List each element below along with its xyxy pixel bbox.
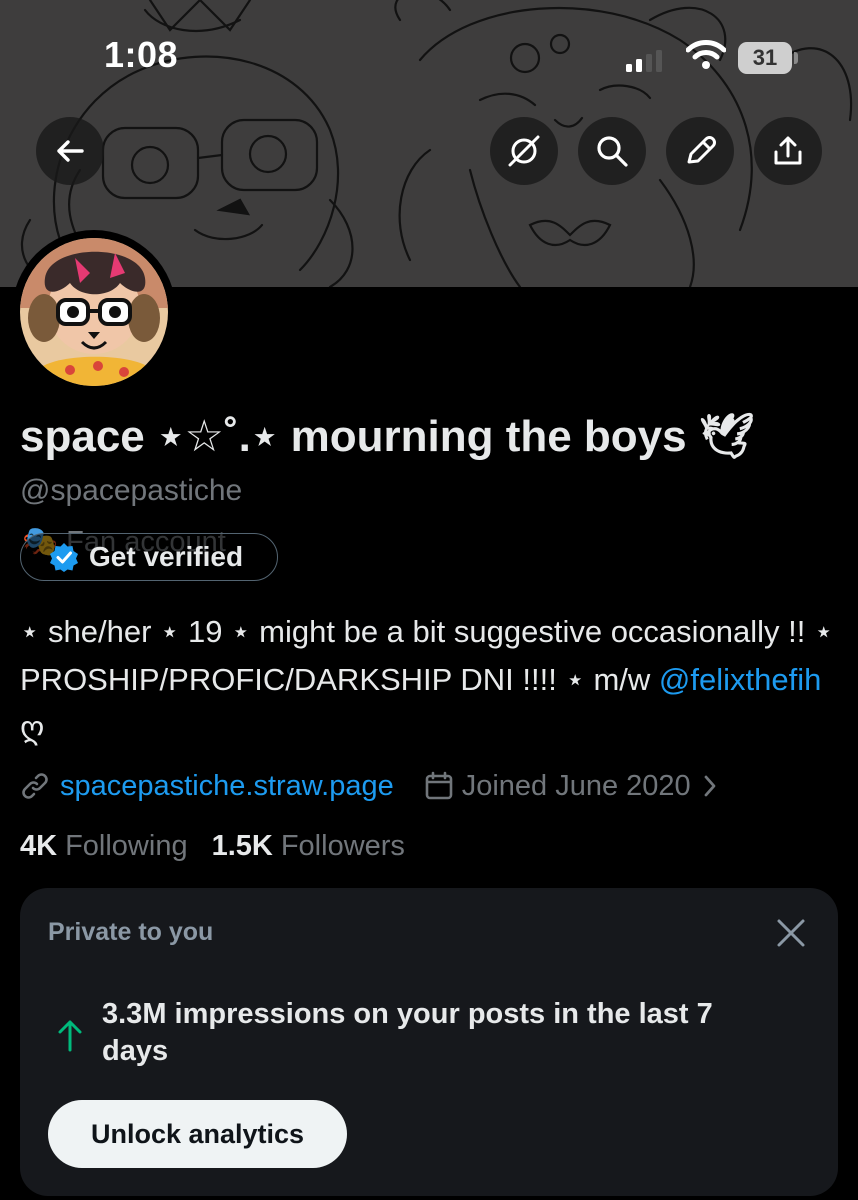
display-name: space ⋆☆˚.⋆ mourning the boys 🕊 bbox=[20, 412, 755, 461]
following-count: 4K bbox=[20, 830, 58, 862]
wifi-icon bbox=[686, 40, 726, 69]
close-icon[interactable] bbox=[776, 918, 806, 948]
link-icon bbox=[22, 773, 48, 799]
unlock-analytics-button[interactable]: Unlock analytics bbox=[48, 1100, 347, 1168]
search-button[interactable] bbox=[578, 117, 646, 185]
chevron-right-icon[interactable] bbox=[701, 773, 719, 799]
calendar-icon bbox=[425, 771, 453, 800]
battery-indicator: 31 bbox=[738, 42, 798, 74]
share-icon bbox=[774, 136, 802, 165]
followers-stat[interactable]: 1.5K Followers bbox=[212, 830, 405, 863]
followers-count: 1.5K bbox=[211, 830, 273, 862]
card-title: Private to you bbox=[48, 918, 214, 946]
edit-button[interactable] bbox=[666, 117, 734, 185]
bio-mention-link[interactable]: @felixthefih bbox=[659, 662, 821, 697]
search-icon bbox=[597, 136, 628, 167]
battery-tip bbox=[794, 52, 798, 64]
grok-button[interactable] bbox=[490, 117, 558, 185]
arrow-left-icon bbox=[57, 140, 84, 162]
get-verified-button[interactable]: Get verified bbox=[20, 533, 278, 581]
back-button[interactable] bbox=[36, 117, 104, 185]
following-stat[interactable]: 4K Following bbox=[20, 830, 188, 863]
profile-meta-row: spacepastiche.straw.page Joined June 202… bbox=[20, 764, 719, 808]
battery-level: 31 bbox=[752, 45, 778, 70]
grok-icon bbox=[508, 135, 540, 167]
get-verified-label: Get verified bbox=[89, 541, 244, 572]
handle: @spacepastiche bbox=[20, 474, 243, 507]
arrow-up-icon bbox=[58, 1020, 82, 1052]
cellular-signal-icon bbox=[626, 50, 662, 72]
website-link[interactable]: spacepastiche.straw.page bbox=[60, 770, 394, 803]
bio-suffix: ღ bbox=[20, 710, 45, 745]
following-label: Following bbox=[65, 830, 188, 862]
avatar-illustration bbox=[20, 238, 168, 386]
status-bar: 1:08 31 bbox=[0, 0, 858, 110]
bio: ⋆ she/her ⋆ 19 ⋆ might be a bit suggesti… bbox=[20, 608, 840, 752]
joined-date[interactable]: Joined June 2020 bbox=[462, 770, 691, 803]
impressions-message: 3.3M impressions on your posts in the la… bbox=[102, 998, 713, 1067]
avatar[interactable] bbox=[12, 230, 176, 394]
status-time: 1:08 bbox=[104, 34, 179, 75]
verified-badge-icon bbox=[50, 543, 78, 572]
follow-stats: 4K Following 1.5K Followers bbox=[20, 830, 429, 863]
followers-label: Followers bbox=[280, 830, 405, 862]
share-button[interactable] bbox=[754, 117, 822, 185]
pen-icon bbox=[687, 136, 716, 164]
analytics-card: Private to you 3.3M impressions on your … bbox=[20, 888, 838, 1196]
